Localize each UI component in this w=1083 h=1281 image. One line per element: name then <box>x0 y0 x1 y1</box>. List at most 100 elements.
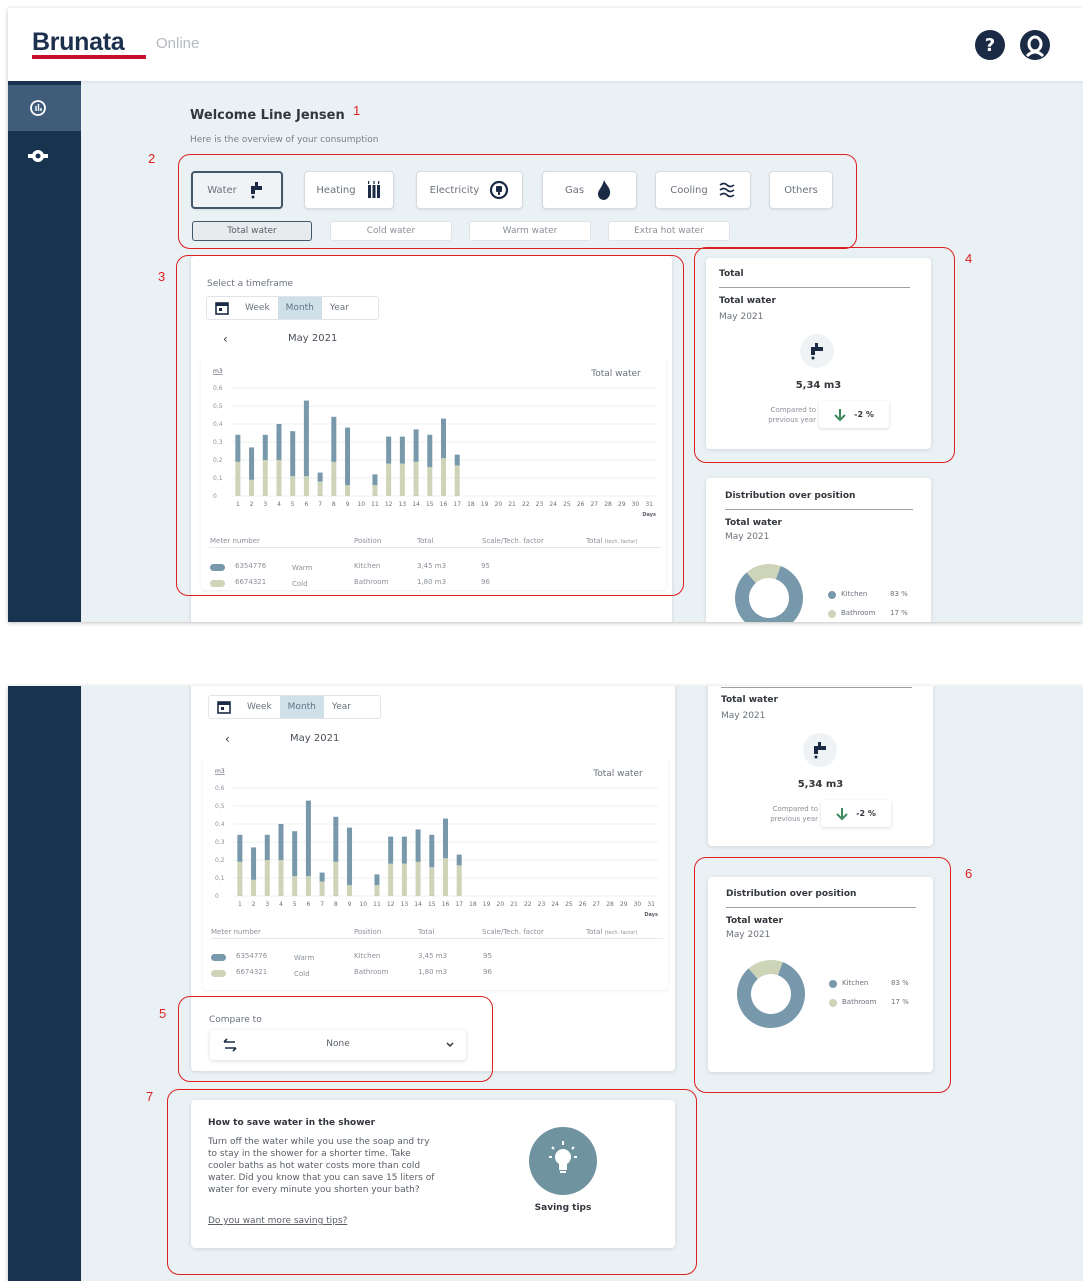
prev-period-button[interactable]: ‹ <box>225 732 230 746</box>
bar-6674321-day-14 <box>415 861 421 896</box>
y-tick-label: 0,3 <box>215 839 225 846</box>
bar-6354776-day-3 <box>264 834 270 860</box>
bar-6674321-day-16 <box>443 858 448 896</box>
change-value: -2 % <box>856 809 876 818</box>
x-tick-label: 19 <box>483 901 491 908</box>
meter-number: 6674321 <box>236 968 268 976</box>
annotation-box-7 <box>167 1089 697 1275</box>
timeframe-week[interactable]: Week <box>239 696 280 718</box>
header-total-factor: Total (tech. factor) <box>586 928 637 936</box>
arrow-down-icon <box>836 807 848 820</box>
brand-subtitle: Online <box>156 35 200 52</box>
user-icon[interactable] <box>1020 30 1050 60</box>
x-tick-label: 3 <box>265 901 269 908</box>
y-tick-label: 0 <box>215 893 219 900</box>
faucet-icon <box>803 733 837 767</box>
meter-position: Bathroom <box>354 968 389 976</box>
sidebar-item-consumption[interactable] <box>8 85 81 131</box>
sidebar <box>8 81 81 622</box>
x-tick-label: 18 <box>469 901 477 908</box>
bar-6674321-day-12 <box>388 863 394 896</box>
bar-6674321-day-9 <box>347 885 353 896</box>
table-row: 6354776 Warm Kitchen 3,45 m3 95 <box>211 952 661 964</box>
annotation-1: 1 <box>353 103 361 118</box>
welcome-title: Welcome Line Jensen <box>190 108 345 123</box>
annotation-box-3 <box>176 255 684 596</box>
sidebar <box>8 686 81 1281</box>
header-total-factor-b: (tech. factor) <box>604 930 638 936</box>
annotation-box-5 <box>178 996 493 1082</box>
x-tick-label: 28 <box>606 901 614 908</box>
bar-6354776-day-6 <box>305 800 311 877</box>
x-tick-label: 13 <box>401 901 409 908</box>
period-label: May 2021 <box>290 733 340 744</box>
annotation-box-2 <box>178 154 857 249</box>
x-tick-label: 7 <box>320 901 324 908</box>
annotation-5: 5 <box>159 1006 167 1021</box>
timeframe-month[interactable]: Month <box>279 696 324 718</box>
meter-total: 1,80 m3 <box>418 968 448 976</box>
legend-label: Bathroom <box>841 609 876 617</box>
meter-factor: 95 <box>483 952 492 960</box>
bar-6354776-day-5 <box>292 831 298 877</box>
legend-swatch <box>211 970 226 977</box>
x-tick-label: 30 <box>634 901 642 908</box>
total-card: Total water May 2021 5,34 m3 Compared to… <box>708 686 933 846</box>
annotation-2: 2 <box>148 151 156 166</box>
annotation-box-6 <box>694 857 951 1093</box>
compare-caption-2: previous year <box>770 815 818 823</box>
y-axis-label: m3 <box>215 768 225 775</box>
meter-type: Warm <box>294 954 315 962</box>
meter-total: 3,45 m3 <box>418 952 448 960</box>
distribution-card: Distribution over position Total water M… <box>706 478 931 622</box>
bar-6354776-day-2 <box>251 847 257 880</box>
bar-6354776-day-14 <box>415 829 421 862</box>
bar-6354776-day-16 <box>443 818 448 859</box>
compare-caption-1: Compared to <box>772 805 818 813</box>
bar-6674321-day-5 <box>292 876 298 896</box>
x-tick-label: 14 <box>414 901 422 908</box>
x-tick-label: 9 <box>348 901 352 908</box>
legend-item-kitchen: Kitchen 83 % <box>828 589 928 603</box>
bar-6354776-day-15 <box>429 834 435 868</box>
meter-type: Cold <box>294 970 310 978</box>
x-tick-label: 8 <box>334 901 338 908</box>
meter-factor: 96 <box>483 968 492 976</box>
y-tick-label: 0,2 <box>215 857 225 864</box>
x-tick-label: 6 <box>306 901 310 908</box>
bar-6674321-day-11 <box>374 885 380 896</box>
legend-dot <box>828 591 836 599</box>
svg-text:?: ? <box>985 35 995 56</box>
bar-6674321-day-8 <box>333 861 339 896</box>
meter-position: Kitchen <box>354 952 381 960</box>
x-tick-label: 21 <box>510 901 518 908</box>
x-tick-label: 27 <box>592 901 600 908</box>
distribution-name: Total water <box>725 518 782 528</box>
bar-6354776-day-11 <box>374 874 380 886</box>
table-divider <box>211 938 663 939</box>
x-tick-label: 17 <box>455 901 463 908</box>
calendar-icon[interactable] <box>209 696 239 718</box>
sidebar-item-meters[interactable] <box>8 133 81 179</box>
brand-logo[interactable]: Brunata <box>32 28 125 57</box>
help-icon[interactable]: ? <box>975 30 1005 60</box>
bar-6674321-day-13 <box>401 863 407 896</box>
chart-title: Total water <box>592 769 643 779</box>
bar-6354776-day-7 <box>319 872 325 882</box>
legend-percent: 17 % <box>890 609 908 617</box>
annotation-4: 4 <box>965 251 973 266</box>
x-tick-label: 26 <box>579 901 587 908</box>
bar-6354776-day-12 <box>388 836 394 864</box>
bar-6674321-day-17 <box>456 865 462 896</box>
divider <box>725 509 913 510</box>
distribution-heading: Distribution over position <box>725 491 856 501</box>
bar-6354776-day-1 <box>237 834 243 862</box>
table-row: 6674321 Cold Bathroom 1,80 m3 96 <box>211 968 661 980</box>
distribution-donut <box>735 564 803 622</box>
x-tick-label: 5 <box>293 901 297 908</box>
divider <box>721 687 912 688</box>
annotation-6: 6 <box>965 866 973 881</box>
bar-6354776-day-8 <box>333 816 339 862</box>
x-tick-label: 22 <box>524 901 532 908</box>
timeframe-year[interactable]: Year <box>324 696 359 718</box>
